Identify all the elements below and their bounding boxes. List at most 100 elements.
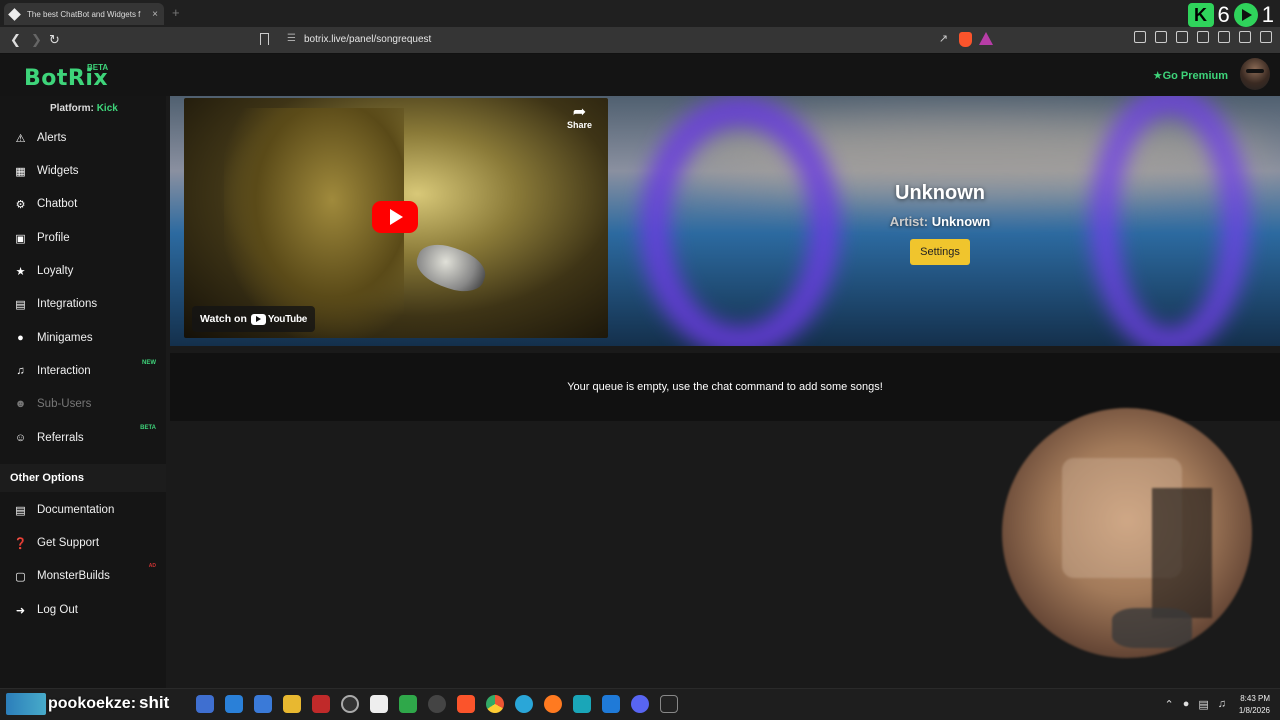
queue-empty-message: Your queue is empty, use the chat comman… — [567, 381, 883, 393]
tab-close-icon[interactable]: × — [152, 9, 158, 20]
platform-label: Platform: — [50, 103, 94, 114]
vpn-icon[interactable] — [1239, 31, 1251, 43]
sidebar-item-label: Loyalty — [37, 265, 74, 277]
youtube-video-player[interactable]: ➦ Share Watch on YouTube — [184, 98, 608, 338]
app-icon[interactable] — [399, 695, 417, 713]
artist-value: Unknown — [931, 214, 991, 229]
sidebar-item-sub-users[interactable]: ☻ Sub-Users — [0, 389, 166, 419]
settings-button[interactable]: Settings — [910, 239, 970, 265]
youtube-play-button[interactable] — [372, 201, 418, 233]
sidebar-item-alerts[interactable]: ⚠ Alerts — [0, 123, 166, 153]
logout-icon: ➜ — [15, 604, 26, 617]
url-text[interactable]: botrix.live/panel/songrequest — [304, 34, 431, 45]
brave-icon[interactable] — [457, 695, 475, 713]
beta-badge: BETA — [87, 63, 109, 72]
forward-icon[interactable]: ❯ — [31, 32, 42, 48]
app-icon[interactable] — [428, 695, 446, 713]
new-tab-button[interactable]: + — [172, 5, 180, 20]
sidebar-item-label: Referrals — [37, 432, 84, 444]
webcam-background — [1112, 608, 1192, 648]
wallet-icon[interactable] — [1197, 31, 1209, 43]
sidebar-item-profile[interactable]: ▣ Profile — [0, 223, 166, 253]
other-options-heading: Other Options — [0, 464, 166, 492]
platform-value: Kick — [96, 103, 118, 114]
microphone-icon[interactable]: ● — [1183, 698, 1190, 711]
sidebar-item-referrals[interactable]: ☺ Referrals BETA — [0, 423, 166, 453]
music-icon: ♫ — [16, 365, 25, 377]
webcam-background — [1152, 488, 1212, 618]
sidebar-item-loyalty[interactable]: ★ Loyalty — [0, 256, 166, 286]
play-counter: 1 — [1261, 2, 1274, 27]
sidebar-item-minigames[interactable]: ● Minigames — [0, 323, 166, 353]
menu-icon[interactable] — [1260, 31, 1272, 43]
reload-icon[interactable]: ↻ — [49, 32, 60, 48]
app-icon[interactable] — [196, 695, 214, 713]
warning-icon: ⚠ — [15, 132, 26, 145]
share-button[interactable]: ➦ Share — [567, 105, 592, 131]
sidebar-item-label: Sub-Users — [37, 398, 92, 410]
chevron-up-icon[interactable]: ⌃ — [1164, 698, 1173, 711]
overlay-counters: K 6 1 — [1187, 2, 1274, 28]
obs-icon[interactable] — [341, 695, 359, 713]
beta-badge: BETA — [140, 425, 156, 431]
app-icon[interactable] — [225, 695, 243, 713]
sidebar-item-label: Documentation — [37, 504, 115, 516]
share-page-icon[interactable]: ↗ — [939, 32, 948, 45]
network-icon[interactable]: ▤ — [1198, 698, 1208, 711]
sidebar-toggle-icon[interactable] — [1176, 31, 1188, 43]
youtube-logo: YouTube — [250, 313, 307, 325]
extensions-icon[interactable] — [1134, 31, 1146, 43]
sidebar-item-interaction[interactable]: ♫ Interaction NEW — [0, 356, 166, 386]
browser-tab[interactable]: The best ChatBot and Widgets f × — [4, 3, 164, 25]
edge-icon[interactable] — [515, 695, 533, 713]
sidebar-item-documentation[interactable]: ▤ Documentation — [0, 495, 166, 525]
sidebar-item-log-out[interactable]: ➜ Log Out — [0, 595, 166, 625]
taskbar-clock[interactable]: 8:43 PM 1/8/2026 — [1239, 693, 1270, 717]
hero-background-blur — [640, 96, 840, 346]
sidebar-item-monsterbuilds[interactable]: ▢ MonsterBuilds AD — [0, 561, 166, 591]
leo-ai-icon[interactable] — [1218, 31, 1230, 43]
back-icon[interactable]: ❮ — [10, 32, 21, 48]
arduino-icon[interactable] — [573, 695, 591, 713]
site-info-icon[interactable]: ☰ — [287, 33, 296, 44]
kick-counter: 6 — [1217, 2, 1230, 27]
firefox-icon[interactable] — [544, 695, 562, 713]
app-icon[interactable] — [660, 695, 678, 713]
chrome-icon[interactable] — [486, 695, 504, 713]
volume-icon[interactable]: ♫ — [1218, 698, 1226, 711]
sidebar-item-label: MonsterBuilds — [37, 570, 110, 582]
chat-message: shit — [139, 693, 170, 712]
brave-shields-icon[interactable] — [959, 32, 972, 47]
capcut-icon[interactable] — [370, 695, 388, 713]
sidebar-item-chatbot[interactable]: ⚙ Chatbot — [0, 189, 166, 219]
avatar[interactable] — [1240, 58, 1270, 90]
sidebar-item-label: Chatbot — [37, 198, 78, 210]
address-bar[interactable]: ☰ botrix.live/panel/songrequest ↗ — [256, 30, 1000, 51]
play-icon — [1233, 3, 1258, 27]
extension-icons — [1134, 31, 1272, 43]
trophy-icon: ★ — [15, 265, 26, 278]
sidebar-item-get-support[interactable]: ❓ Get Support — [0, 528, 166, 558]
app-icon[interactable] — [254, 695, 272, 713]
stream-overlay-logo — [6, 693, 46, 715]
app-icon[interactable] — [312, 695, 330, 713]
file-explorer-icon[interactable] — [283, 695, 301, 713]
user-group-icon: ☺ — [14, 432, 27, 444]
ad-badge: AD — [148, 563, 156, 569]
sidebar-item-label: Profile — [37, 232, 70, 244]
discord-icon[interactable] — [631, 695, 649, 713]
go-premium-link[interactable]: ★Go Premium — [1153, 69, 1228, 82]
sidebar-item-label: Integrations — [37, 298, 98, 310]
watch-on-youtube-link[interactable]: Watch on YouTube — [192, 306, 316, 332]
grid-icon: ▦ — [15, 165, 26, 178]
sidebar-item-widgets[interactable]: ▦ Widgets — [0, 156, 166, 186]
gamepad-icon: ● — [17, 332, 24, 344]
go-premium-label: Go Premium — [1162, 70, 1228, 82]
vscode-icon[interactable] — [602, 695, 620, 713]
tab-search-icon[interactable] — [1155, 31, 1167, 43]
sidebar-item-label: Minigames — [37, 332, 93, 344]
bookmark-icon[interactable] — [260, 33, 269, 45]
brave-rewards-icon[interactable] — [979, 32, 993, 45]
sidebar-item-integrations[interactable]: ▤ Integrations — [0, 289, 166, 319]
book-icon: ▤ — [15, 504, 26, 517]
